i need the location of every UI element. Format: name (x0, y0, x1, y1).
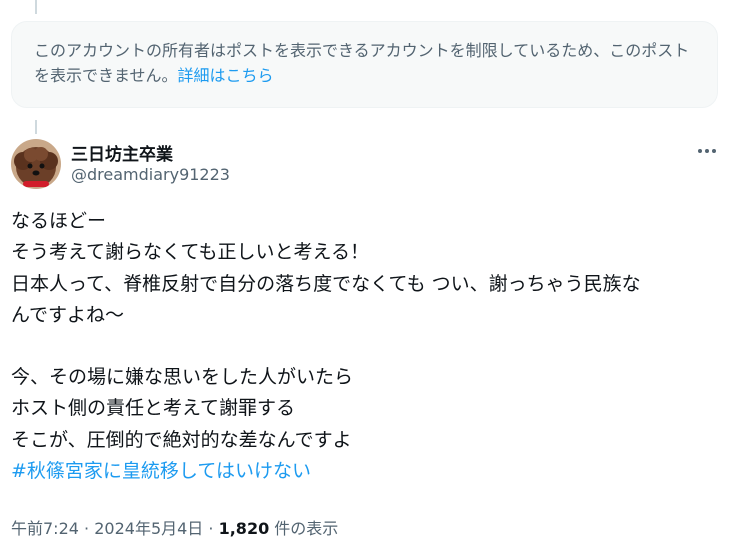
post-time[interactable]: 午前7:24 (11, 519, 79, 538)
post-line: 今、その場に嫌な思いをした人がいたら (11, 366, 354, 389)
post-line: んですよね〜 (11, 303, 125, 326)
more-dot (712, 149, 716, 153)
learn-more-link[interactable]: 詳細はこちら (178, 66, 274, 85)
post-meta: 午前7:24 · 2024年5月4日 · 1,820 件の表示 (11, 515, 338, 539)
post-line: そこが、圧倒的で絶対的な差なんですよ (11, 428, 352, 451)
post-blank-line (11, 331, 723, 362)
dog-avatar-icon (11, 139, 61, 189)
meta-separator: · (208, 519, 214, 538)
hashtag-link[interactable]: #秋篠宮家に皇統移してはいけない (11, 460, 311, 482)
post-line: ホスト側の責任と考えて謝罪する (11, 397, 296, 420)
author-handle[interactable]: @dreamdiary91223 (71, 165, 230, 184)
more-dot (698, 149, 702, 153)
post-date[interactable]: 2024年5月4日 (94, 519, 203, 538)
restricted-post-notice: このアカウントの所有者はポストを表示できるアカウントを制限しているため、このポス… (11, 21, 718, 108)
notice-message: このアカウントの所有者はポストを表示できるアカウントを制限しているため、このポス… (34, 41, 690, 85)
meta-separator: · (84, 519, 90, 538)
views-label: 件の表示 (274, 519, 339, 538)
post-line: そう考えて謝らなくても正しいと考える！ (11, 241, 369, 264)
more-dot (705, 149, 709, 153)
views-count: 1,820 (218, 519, 270, 538)
notice-text: このアカウントの所有者はポストを表示できるアカウントを制限しているため、このポス… (34, 38, 694, 88)
post-body: なるほどー そう考えて謝らなくても正しいと考える！ 日本人って、脊椎反射で自分の… (11, 206, 723, 487)
post-line: なるほどー (11, 210, 107, 232)
thread-line-top (35, 0, 37, 14)
avatar[interactable] (11, 139, 61, 189)
more-options-icon[interactable] (692, 139, 722, 163)
post-line: 日本人って、脊椎反射で自分の落ち度でなくても つい、謝っちゃう民族な (11, 272, 641, 295)
thread-line-mid (35, 120, 37, 134)
author-display-name[interactable]: 三日坊主卒業 (71, 140, 173, 165)
